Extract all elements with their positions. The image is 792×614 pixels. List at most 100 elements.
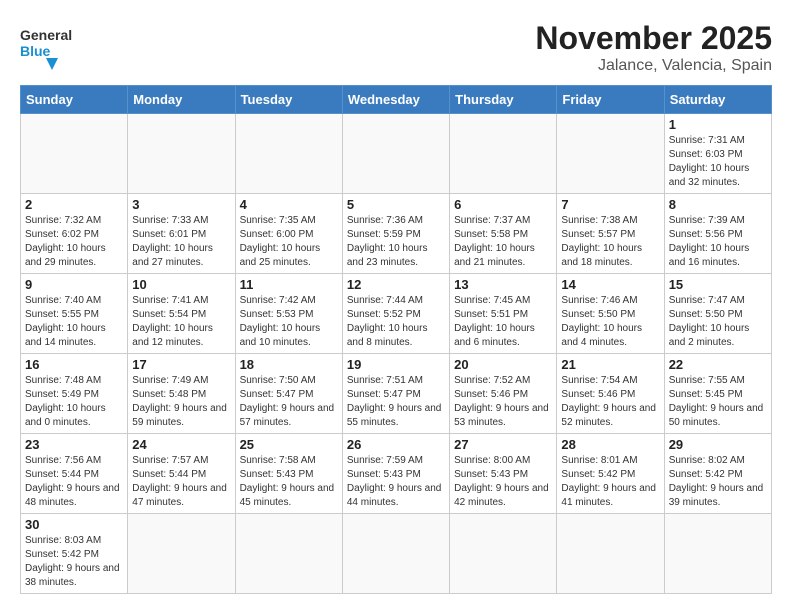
calendar-cell: 4 Sunrise: 7:35 AM Sunset: 6:00 PM Daylig… bbox=[235, 194, 342, 274]
calendar-cell: 8Sunrise: 7:39 AM Sunset: 5:56 PM Daylig… bbox=[664, 194, 771, 274]
calendar-cell: 10 Sunrise: 7:41 AM Sunset: 5:54 PM Dayli… bbox=[128, 274, 235, 354]
calendar-cell: 12Sunrise: 7:44 AM Sunset: 5:52 PM Dayli… bbox=[342, 274, 449, 354]
day-info: Sunrise: 7:42 AM Sunset: 5:53 PM Dayligh… bbox=[240, 294, 338, 350]
calendar-cell: 28 Sunrise: 8:01 AM Sunset: 5:42 PM Dayli… bbox=[557, 434, 664, 514]
day-info: Sunrise: 7:51 AM Sunset: 5:47 PM Dayligh… bbox=[347, 374, 445, 430]
calendar-cell: 5 Sunrise: 7:36 AM Sunset: 5:59 PM Daylig… bbox=[342, 194, 449, 274]
day-number: 18 bbox=[240, 357, 338, 372]
calendar-cell bbox=[664, 514, 771, 594]
calendar-cell: 19 Sunrise: 7:51 AM Sunset: 5:47 PM Dayli… bbox=[342, 354, 449, 434]
calendar-cell: 21 Sunrise: 7:54 AM Sunset: 5:46 PM Dayli… bbox=[557, 354, 664, 434]
day-number: 17 bbox=[132, 357, 230, 372]
day-number: 14 bbox=[561, 277, 659, 292]
day-number: 8 bbox=[669, 197, 767, 212]
calendar-week-row: 16Sunrise: 7:48 AM Sunset: 5:49 PM Dayli… bbox=[21, 354, 772, 434]
day-number: 15 bbox=[669, 277, 767, 292]
day-number: 12 bbox=[347, 277, 445, 292]
calendar-cell bbox=[342, 514, 449, 594]
svg-text:Blue: Blue bbox=[20, 43, 51, 59]
calendar-cell bbox=[235, 514, 342, 594]
calendar-cell bbox=[21, 114, 128, 194]
day-number: 10 bbox=[132, 277, 230, 292]
calendar-cell: 16Sunrise: 7:48 AM Sunset: 5:49 PM Dayli… bbox=[21, 354, 128, 434]
day-number: 23 bbox=[25, 437, 123, 452]
calendar-cell bbox=[450, 114, 557, 194]
weekday-header: Thursday bbox=[450, 86, 557, 114]
calendar-cell bbox=[235, 114, 342, 194]
day-info: Sunrise: 7:59 AM Sunset: 5:43 PM Dayligh… bbox=[347, 454, 445, 510]
day-info: Sunrise: 7:35 AM Sunset: 6:00 PM Dayligh… bbox=[240, 214, 338, 270]
calendar-cell: 13 Sunrise: 7:45 AM Sunset: 5:51 PM Dayli… bbox=[450, 274, 557, 354]
calendar-cell: 18Sunrise: 7:50 AM Sunset: 5:47 PM Dayli… bbox=[235, 354, 342, 434]
day-info: Sunrise: 8:02 AM Sunset: 5:42 PM Dayligh… bbox=[669, 454, 767, 510]
day-number: 24 bbox=[132, 437, 230, 452]
calendar-cell bbox=[450, 514, 557, 594]
calendar-week-row: 23 Sunrise: 7:56 AM Sunset: 5:44 PM Dayli… bbox=[21, 434, 772, 514]
calendar-week-row: 1 Sunrise: 7:31 AM Sunset: 6:03 PM Daylig… bbox=[21, 114, 772, 194]
calendar-cell: 17 Sunrise: 7:49 AM Sunset: 5:48 PM Dayli… bbox=[128, 354, 235, 434]
weekday-header: Monday bbox=[128, 86, 235, 114]
day-number: 9 bbox=[25, 277, 123, 292]
day-number: 22 bbox=[669, 357, 767, 372]
day-info: Sunrise: 7:56 AM Sunset: 5:44 PM Dayligh… bbox=[25, 454, 123, 510]
weekday-header-row: SundayMondayTuesdayWednesdayThursdayFrid… bbox=[21, 86, 772, 114]
calendar-cell: 2Sunrise: 7:32 AM Sunset: 6:02 PM Daylig… bbox=[21, 194, 128, 274]
day-info: Sunrise: 7:49 AM Sunset: 5:48 PM Dayligh… bbox=[132, 374, 230, 430]
calendar-cell: 7 Sunrise: 7:38 AM Sunset: 5:57 PM Daylig… bbox=[557, 194, 664, 274]
day-number: 11 bbox=[240, 277, 338, 292]
day-info: Sunrise: 7:57 AM Sunset: 5:44 PM Dayligh… bbox=[132, 454, 230, 510]
logo: General Blue bbox=[20, 20, 72, 72]
calendar-cell: 23 Sunrise: 7:56 AM Sunset: 5:44 PM Dayli… bbox=[21, 434, 128, 514]
day-info: Sunrise: 7:31 AM Sunset: 6:03 PM Dayligh… bbox=[669, 134, 767, 190]
day-number: 1 bbox=[669, 117, 767, 132]
day-info: Sunrise: 7:32 AM Sunset: 6:02 PM Dayligh… bbox=[25, 214, 123, 270]
calendar-cell: 22 Sunrise: 7:55 AM Sunset: 5:45 PM Dayli… bbox=[664, 354, 771, 434]
day-number: 20 bbox=[454, 357, 552, 372]
weekday-header: Wednesday bbox=[342, 86, 449, 114]
calendar-cell: 1 Sunrise: 7:31 AM Sunset: 6:03 PM Daylig… bbox=[664, 114, 771, 194]
weekday-header: Sunday bbox=[21, 86, 128, 114]
day-info: Sunrise: 7:38 AM Sunset: 5:57 PM Dayligh… bbox=[561, 214, 659, 270]
day-number: 19 bbox=[347, 357, 445, 372]
calendar-cell bbox=[342, 114, 449, 194]
day-info: Sunrise: 7:33 AM Sunset: 6:01 PM Dayligh… bbox=[132, 214, 230, 270]
calendar-cell: 3Sunrise: 7:33 AM Sunset: 6:01 PM Daylig… bbox=[128, 194, 235, 274]
day-info: Sunrise: 8:03 AM Sunset: 5:42 PM Dayligh… bbox=[25, 534, 123, 590]
day-info: Sunrise: 7:45 AM Sunset: 5:51 PM Dayligh… bbox=[454, 294, 552, 350]
calendar-table: SundayMondayTuesdayWednesdayThursdayFrid… bbox=[20, 85, 772, 594]
day-info: Sunrise: 8:01 AM Sunset: 5:42 PM Dayligh… bbox=[561, 454, 659, 510]
day-info: Sunrise: 7:37 AM Sunset: 5:58 PM Dayligh… bbox=[454, 214, 552, 270]
day-number: 5 bbox=[347, 197, 445, 212]
day-info: Sunrise: 7:54 AM Sunset: 5:46 PM Dayligh… bbox=[561, 374, 659, 430]
day-info: Sunrise: 7:40 AM Sunset: 5:55 PM Dayligh… bbox=[25, 294, 123, 350]
weekday-header: Saturday bbox=[664, 86, 771, 114]
day-number: 21 bbox=[561, 357, 659, 372]
day-info: Sunrise: 7:36 AM Sunset: 5:59 PM Dayligh… bbox=[347, 214, 445, 270]
calendar-cell: 14 Sunrise: 7:46 AM Sunset: 5:50 PM Dayli… bbox=[557, 274, 664, 354]
day-number: 13 bbox=[454, 277, 552, 292]
day-number: 4 bbox=[240, 197, 338, 212]
day-info: Sunrise: 7:46 AM Sunset: 5:50 PM Dayligh… bbox=[561, 294, 659, 350]
calendar-cell: 11 Sunrise: 7:42 AM Sunset: 5:53 PM Dayli… bbox=[235, 274, 342, 354]
day-info: Sunrise: 7:41 AM Sunset: 5:54 PM Dayligh… bbox=[132, 294, 230, 350]
svg-text:General: General bbox=[20, 27, 72, 43]
day-number: 28 bbox=[561, 437, 659, 452]
day-info: Sunrise: 7:52 AM Sunset: 5:46 PM Dayligh… bbox=[454, 374, 552, 430]
weekday-header: Friday bbox=[557, 86, 664, 114]
day-number: 7 bbox=[561, 197, 659, 212]
day-number: 25 bbox=[240, 437, 338, 452]
day-number: 27 bbox=[454, 437, 552, 452]
day-number: 16 bbox=[25, 357, 123, 372]
calendar-cell: 15Sunrise: 7:47 AM Sunset: 5:50 PM Dayli… bbox=[664, 274, 771, 354]
calendar-cell bbox=[128, 114, 235, 194]
day-number: 6 bbox=[454, 197, 552, 212]
calendar-cell bbox=[128, 514, 235, 594]
weekday-header: Tuesday bbox=[235, 86, 342, 114]
day-number: 29 bbox=[669, 437, 767, 452]
calendar-cell bbox=[557, 514, 664, 594]
calendar-cell: 27Sunrise: 8:00 AM Sunset: 5:43 PM Dayli… bbox=[450, 434, 557, 514]
day-info: Sunrise: 7:58 AM Sunset: 5:43 PM Dayligh… bbox=[240, 454, 338, 510]
day-number: 30 bbox=[25, 517, 123, 532]
day-info: Sunrise: 7:55 AM Sunset: 5:45 PM Dayligh… bbox=[669, 374, 767, 430]
calendar-cell: 30 Sunrise: 8:03 AM Sunset: 5:42 PM Dayli… bbox=[21, 514, 128, 594]
